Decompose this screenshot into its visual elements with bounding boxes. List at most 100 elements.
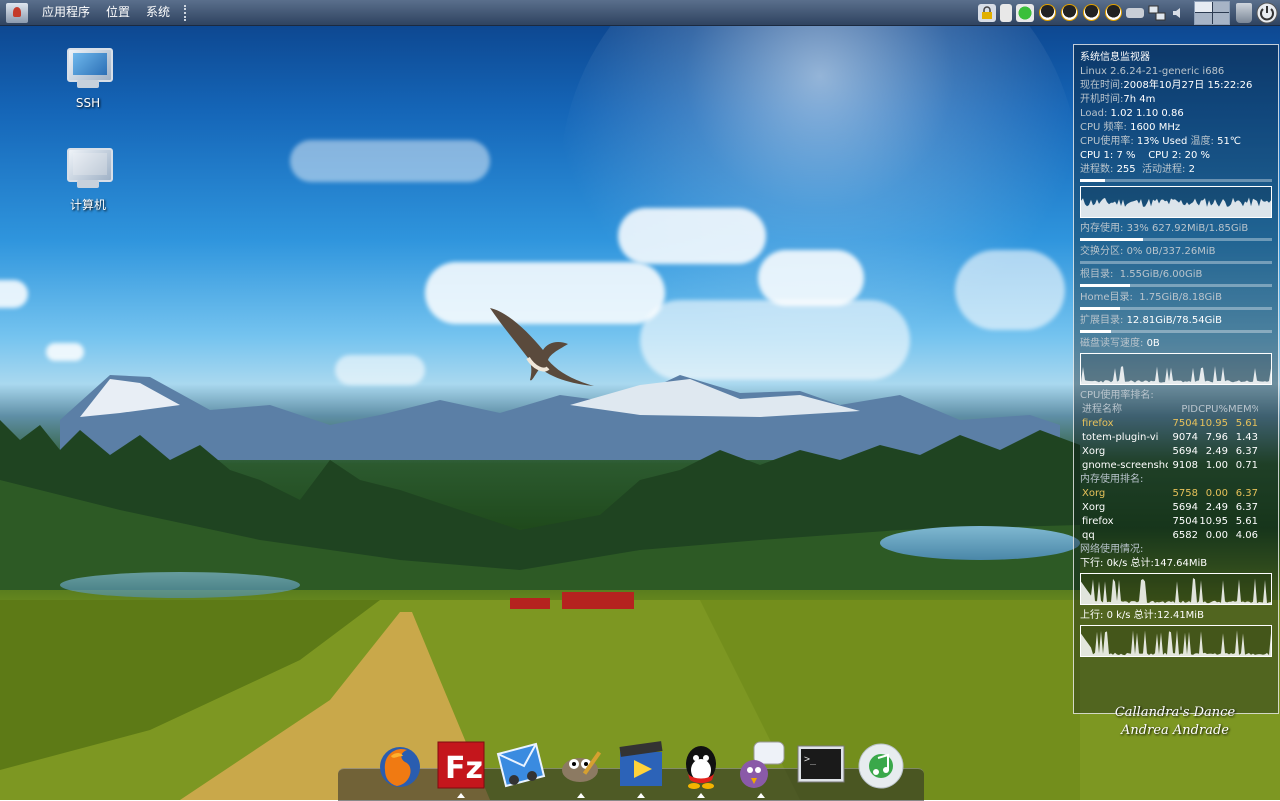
download-total: 147.64MiB	[1153, 558, 1208, 569]
media-player-launcher[interactable]	[616, 740, 666, 798]
menu-applications[interactable]: 应用程序	[34, 0, 98, 25]
root-disk-value: 1.55GiB/6.00GiB	[1119, 269, 1203, 280]
active-processes-value: 2	[1188, 164, 1195, 175]
cpu-rank-title: CPU使用率排名:	[1080, 390, 1154, 401]
shutdown-icon[interactable]	[1256, 2, 1278, 24]
workspace-1[interactable]	[1195, 1, 1212, 12]
process-pid: 6582	[1172, 530, 1198, 541]
signature-title: Callandra's Dance	[1114, 705, 1236, 720]
workspace-switcher[interactable]	[1194, 0, 1230, 25]
temp-value: 51℃	[1217, 136, 1242, 147]
process-name: firefox	[1082, 516, 1114, 527]
mail-launcher[interactable]	[496, 740, 546, 790]
cloud	[0, 280, 28, 308]
running-indicator	[457, 793, 465, 798]
graph-trace	[1081, 578, 1271, 604]
upload-speed: 0 k/s	[1106, 610, 1131, 621]
menu-system[interactable]: 系统	[138, 0, 178, 25]
kernel-version: Linux 2.6.24-21-generic i686	[1080, 66, 1225, 77]
workspace-2[interactable]	[1212, 1, 1229, 12]
cloud	[955, 250, 1065, 330]
home-disk-label: Home目录:	[1080, 292, 1133, 303]
qq-launcher[interactable]	[676, 740, 726, 798]
volume-icon[interactable]	[1170, 4, 1188, 22]
menu-places[interactable]: 位置	[98, 0, 138, 25]
terminal-icon: >_	[797, 745, 845, 783]
process-mem: 5.61	[1235, 516, 1258, 527]
process-pid: 7504	[1172, 418, 1198, 429]
cpu1-label: CPU 1:	[1080, 150, 1114, 161]
gimp-icon	[562, 751, 602, 782]
qq-tray-icon[interactable]	[1082, 4, 1100, 22]
qq-tray-icon[interactable]	[1060, 4, 1078, 22]
cpu-freq-label: CPU 频率:	[1080, 122, 1127, 133]
process-name: qq	[1082, 530, 1095, 541]
cpu1-value: 7 %	[1116, 150, 1136, 161]
network-status-icon[interactable]	[1016, 3, 1034, 22]
process-row: totem-plugin-vi 9074 7.96 1.43	[1074, 431, 1278, 445]
process-mem: 0.71	[1235, 460, 1258, 471]
header-pid: PID	[1181, 404, 1198, 415]
wallpaper-signature: Callandra's Dance Andrea Andrade	[1070, 704, 1280, 740]
root-disk-label: 根目录:	[1080, 269, 1114, 280]
header-name: 进程名称	[1082, 404, 1122, 415]
time-value: 2008年10月27日 15:22:26	[1123, 80, 1253, 91]
graph-trace	[1081, 630, 1271, 656]
qq-icon	[686, 746, 716, 789]
pidgin-launcher[interactable]	[736, 740, 786, 798]
process-pid: 5694	[1172, 446, 1198, 457]
svg-text:>_: >_	[804, 754, 817, 765]
pidgin-icon	[740, 741, 785, 788]
desktop-icon-computer[interactable]: 计算机	[48, 146, 128, 213]
time-label: 现在时间:	[1080, 80, 1124, 91]
mem-rank-title: 内存使用排名:	[1080, 474, 1144, 485]
process-name: Xorg	[1082, 502, 1106, 513]
workspace-3[interactable]	[1195, 13, 1212, 24]
firefox-launcher[interactable]	[375, 740, 425, 790]
lock-screen-icon[interactable]	[978, 3, 996, 22]
process-cpu: 0.00	[1205, 530, 1228, 541]
gimp-launcher[interactable]	[556, 740, 606, 798]
process-name: Xorg	[1082, 488, 1106, 499]
cloud	[290, 140, 490, 182]
uptime-label: 开机时间:	[1080, 94, 1124, 105]
music-icon	[858, 743, 904, 789]
process-row: firefox 7504 10.95 5.61	[1074, 515, 1278, 529]
graph-trace	[1081, 366, 1271, 384]
qq-tray-icon[interactable]	[1104, 4, 1122, 22]
music-player-launcher[interactable]	[856, 740, 906, 790]
trash-icon[interactable]	[1236, 2, 1252, 23]
header-cpu: CPU%	[1198, 404, 1228, 415]
process-cpu: 7.96	[1205, 432, 1228, 443]
filezilla-icon: Fz	[437, 741, 485, 789]
panel-drag-handle[interactable]	[184, 4, 190, 21]
cloud	[618, 208, 766, 264]
workspace-4[interactable]	[1212, 13, 1229, 24]
filezilla-launcher[interactable]: Fz	[436, 740, 486, 798]
network-manager-icon[interactable]	[1148, 4, 1166, 22]
desktop-icon-ssh[interactable]: SSH	[48, 46, 128, 110]
process-name: Xorg	[1082, 446, 1106, 457]
network-title: 网络使用情况:	[1080, 544, 1144, 555]
keyboard-icon[interactable]	[1126, 7, 1144, 18]
process-name: firefox	[1082, 418, 1114, 429]
home-disk-value: 1.75GiB/8.18GiB	[1139, 292, 1222, 303]
memory-label: 内存使用:	[1080, 223, 1124, 234]
extended-disk-value: 12.81GiB/78.54GiB	[1126, 315, 1222, 326]
extended-disk-bar	[1080, 330, 1272, 333]
upload-graph	[1080, 625, 1272, 657]
battery-icon[interactable]	[1000, 3, 1012, 22]
qq-tray-icon[interactable]	[1038, 4, 1056, 22]
process-row: qq 6582 0.00 4.06	[1074, 529, 1278, 543]
processes-value: 255	[1116, 164, 1136, 175]
monitor-title: 系统信息监视器	[1080, 52, 1150, 63]
cloud	[46, 343, 84, 361]
applications-menu-icon[interactable]	[6, 2, 28, 23]
process-cpu: 2.49	[1205, 502, 1228, 513]
disk-io-label: 磁盘读写速度:	[1080, 338, 1144, 349]
lake	[60, 572, 300, 598]
top-panel: 应用程序 位置 系统	[0, 0, 1280, 26]
cpu2-label: CPU 2:	[1148, 150, 1182, 161]
server-icon	[63, 46, 113, 92]
terminal-launcher[interactable]: >_	[796, 740, 846, 790]
